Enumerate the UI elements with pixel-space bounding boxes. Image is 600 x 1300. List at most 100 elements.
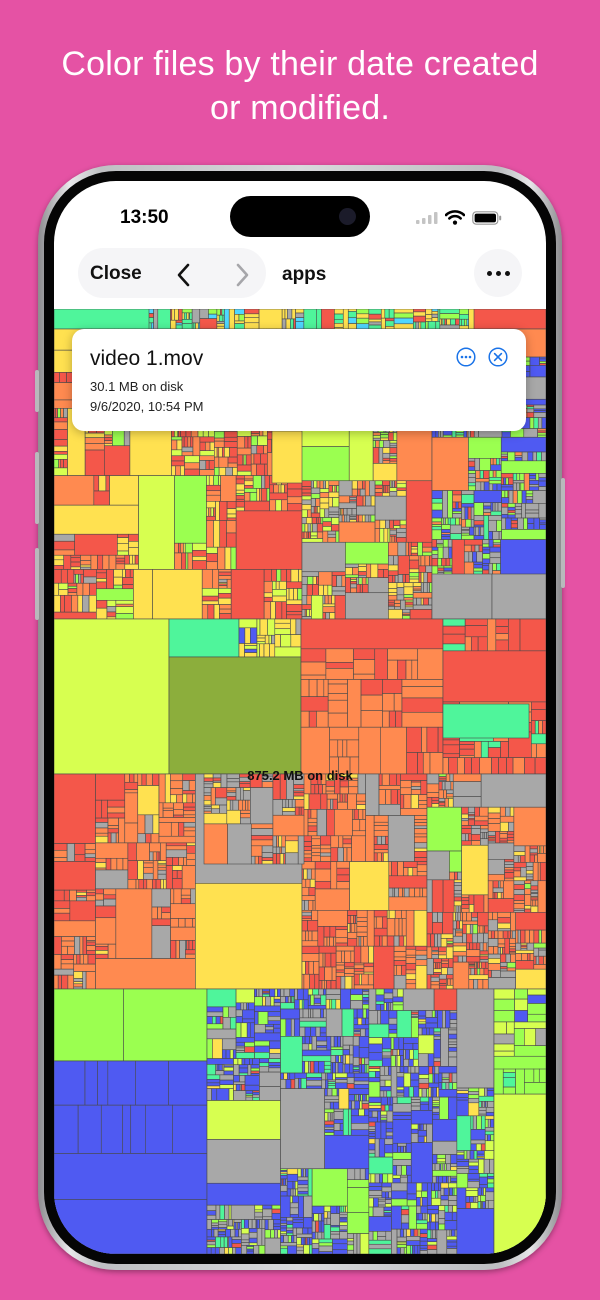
treemap-cell[interactable] <box>486 1090 495 1097</box>
treemap-cell[interactable] <box>448 1182 458 1189</box>
treemap-cell[interactable] <box>428 1027 435 1036</box>
treemap-cell[interactable] <box>464 506 469 520</box>
treemap-cell[interactable] <box>331 586 346 592</box>
treemap-cell[interactable] <box>432 1140 458 1155</box>
treemap-cell[interactable] <box>67 582 78 587</box>
treemap-cell[interactable] <box>304 900 309 911</box>
treemap-cell[interactable] <box>461 900 470 905</box>
treemap-cell[interactable] <box>396 1236 407 1242</box>
treemap-cell[interactable] <box>182 793 188 804</box>
treemap-cell[interactable] <box>399 1176 408 1184</box>
treemap-cell[interactable] <box>354 1100 360 1110</box>
treemap-cell[interactable] <box>157 867 167 871</box>
treemap-cell[interactable] <box>298 1078 302 1089</box>
treemap-cell[interactable] <box>321 980 325 990</box>
treemap-cell[interactable] <box>488 531 493 540</box>
treemap-cell[interactable] <box>274 988 278 998</box>
treemap-cell[interactable] <box>206 1079 221 1084</box>
treemap-cell[interactable] <box>340 1036 344 1048</box>
treemap-cell[interactable] <box>215 797 228 806</box>
treemap-cell[interactable] <box>509 938 516 944</box>
treemap-cell[interactable] <box>418 321 422 330</box>
treemap-cell[interactable] <box>206 507 209 517</box>
treemap-cell[interactable] <box>368 1239 392 1245</box>
treemap-cell[interactable] <box>278 484 282 494</box>
treemap-cell[interactable] <box>482 546 491 551</box>
treemap-cell[interactable] <box>398 1037 404 1050</box>
treemap-cell[interactable] <box>525 496 534 500</box>
treemap-cell[interactable] <box>392 1096 398 1104</box>
treemap-cell[interactable] <box>476 1153 485 1157</box>
treemap-cell[interactable] <box>286 614 303 620</box>
treemap-cell[interactable] <box>513 806 546 847</box>
treemap-cell[interactable] <box>327 693 348 701</box>
treemap-cell[interactable] <box>358 1108 365 1117</box>
treemap-cell[interactable] <box>388 1191 392 1199</box>
treemap-cell[interactable] <box>327 1211 331 1219</box>
treemap-cell[interactable] <box>211 1226 219 1230</box>
treemap-cell[interactable] <box>404 606 414 610</box>
treemap-cell[interactable] <box>446 1235 458 1241</box>
treemap-cell[interactable] <box>124 822 139 844</box>
treemap-cell[interactable] <box>218 456 229 468</box>
treemap-cell[interactable] <box>473 1150 478 1160</box>
treemap-cell[interactable] <box>199 450 215 457</box>
treemap-cell[interactable] <box>413 309 426 313</box>
treemap-cell[interactable] <box>107 799 126 808</box>
treemap-cell[interactable] <box>203 810 212 814</box>
treemap-cell[interactable] <box>513 870 522 878</box>
treemap-cell[interactable] <box>405 574 410 583</box>
treemap-cell[interactable] <box>406 1193 417 1201</box>
treemap-cell[interactable] <box>225 1228 231 1238</box>
treemap-cell[interactable] <box>400 1247 405 1254</box>
treemap-cell[interactable] <box>316 309 322 330</box>
treemap-cell[interactable] <box>365 577 369 585</box>
treemap-cell[interactable] <box>418 1015 427 1020</box>
treemap-cell[interactable] <box>206 484 221 492</box>
treemap-cell[interactable] <box>420 597 424 606</box>
treemap-cell[interactable] <box>446 974 454 980</box>
treemap-cell[interactable] <box>288 588 294 601</box>
treemap-cell[interactable] <box>353 1080 370 1085</box>
treemap-cell[interactable] <box>492 911 499 921</box>
treemap-cell[interactable] <box>216 314 220 322</box>
treemap-cell[interactable] <box>388 575 393 583</box>
treemap-cell[interactable] <box>310 493 321 499</box>
treemap-cell[interactable] <box>432 1107 440 1113</box>
treemap-cell[interactable] <box>368 1081 381 1098</box>
treemap-cell[interactable] <box>316 809 327 837</box>
treemap-cell[interactable] <box>303 531 308 539</box>
treemap-cell[interactable] <box>244 652 258 658</box>
treemap-cell[interactable] <box>366 1094 370 1102</box>
treemap-cell[interactable] <box>500 473 514 479</box>
treemap-cell[interactable] <box>484 1130 495 1136</box>
treemap-cell[interactable] <box>339 1225 348 1231</box>
treemap-cell[interactable] <box>353 964 365 969</box>
treemap-cell[interactable] <box>347 1244 355 1251</box>
treemap-cell[interactable] <box>259 1066 270 1073</box>
treemap-cell[interactable] <box>303 309 317 330</box>
treemap-cell[interactable] <box>170 918 179 928</box>
treemap-cell[interactable] <box>236 436 246 449</box>
treemap-cell[interactable] <box>484 1115 495 1120</box>
treemap-cell[interactable] <box>259 643 265 658</box>
treemap-cell[interactable] <box>352 567 359 576</box>
treemap-cell[interactable] <box>490 1118 495 1128</box>
treemap-cell[interactable] <box>93 490 110 506</box>
treemap-cell[interactable] <box>244 488 258 493</box>
treemap-cell[interactable] <box>413 1086 420 1098</box>
treemap-cell[interactable] <box>356 800 366 805</box>
treemap-cell[interactable] <box>267 1016 281 1022</box>
treemap-cell[interactable] <box>274 634 281 648</box>
treemap-cell[interactable] <box>306 1072 323 1078</box>
treemap-cell[interactable] <box>410 794 419 809</box>
treemap-cell[interactable] <box>296 1237 302 1246</box>
treemap-cell[interactable] <box>446 1163 451 1171</box>
treemap-cell[interactable] <box>499 831 508 834</box>
treemap-cell[interactable] <box>234 314 240 322</box>
treemap-cell[interactable] <box>370 563 379 578</box>
treemap-cell[interactable] <box>451 1072 458 1083</box>
treemap-cell[interactable] <box>76 954 81 965</box>
treemap-cell[interactable] <box>377 1231 387 1237</box>
treemap-cell[interactable] <box>529 929 535 944</box>
